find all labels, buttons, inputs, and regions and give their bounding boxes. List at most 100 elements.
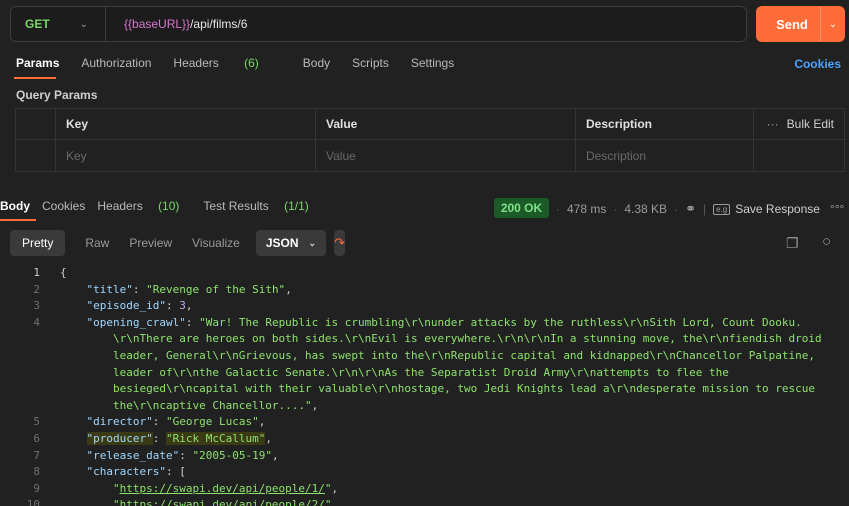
preview-tab[interactable]: Preview — [129, 236, 172, 250]
separator: · — [613, 202, 618, 216]
code-token: leader, General\r\nGrievous, has swept i… — [60, 349, 815, 362]
code-token: "characters" — [86, 465, 166, 478]
send-options-chevron-icon[interactable]: ⌄ — [821, 19, 845, 30]
code-token: , — [265, 432, 272, 445]
code-token: "release_date" — [86, 449, 180, 462]
url-link[interactable]: https://swapi.dev/api/people/2/ — [120, 498, 325, 506]
url-input[interactable]: {{baseURL}}/api/films/6 — [106, 17, 247, 31]
cookies-link[interactable]: Cookies — [794, 57, 841, 71]
separator: · — [674, 202, 679, 216]
more-icon[interactable]: ··· — [767, 117, 779, 131]
code-token: "title" — [86, 283, 133, 296]
code-token: , — [258, 415, 266, 428]
tab-body[interactable]: Body — [303, 56, 330, 70]
code-token: : — [132, 283, 147, 296]
code-line: "release_date": "2005-05-19", — [60, 448, 279, 464]
column-key: Key — [56, 109, 316, 139]
url-link[interactable]: https://swapi.dev/api/people/1/ — [120, 482, 325, 495]
code-token: , — [311, 399, 319, 412]
code-token: \r\nThere are heroes on both sides.\r\nE… — [60, 332, 822, 345]
line-number: 2 — [33, 283, 40, 296]
table-header-row: Key Value Description ··· Bulk Edit — [16, 109, 844, 140]
code-line: "https://swapi.dev/api/people/1/", — [60, 481, 338, 497]
line-number: 5 — [33, 415, 40, 428]
url-path: /api/films/6 — [190, 17, 248, 31]
code-token: " — [60, 482, 120, 495]
network-globe-icon[interactable]: ⚭ — [685, 201, 696, 217]
tab-headers-label: Headers — [173, 56, 219, 70]
response-tab-headers[interactable]: Headers (10) — [97, 199, 191, 213]
code-token: : — [165, 299, 180, 312]
method-select[interactable]: GET ⌄ — [11, 7, 106, 41]
bulk-edit-label: Bulk Edit — [786, 117, 834, 131]
column-description: Description — [576, 109, 754, 139]
url-variable: {{baseURL}} — [124, 17, 191, 31]
code-line: \r\nThere are heroes on both sides.\r\nE… — [60, 331, 822, 347]
visualize-tab[interactable]: Visualize — [192, 236, 240, 250]
code-line: "episode_id": 3, — [60, 298, 193, 314]
code-token: , — [185, 299, 193, 312]
code-token: { — [60, 266, 67, 279]
code-token: besieged\r\ncapital with their valuable\… — [60, 382, 815, 395]
search-icon[interactable]: ○ — [822, 233, 831, 250]
line-number: 6 — [33, 432, 40, 445]
tab-headers[interactable]: Headers (6) — [173, 56, 280, 70]
send-button[interactable]: Send ⌄ — [756, 6, 845, 42]
code-line: leader, General\r\nGrievous, has swept i… — [60, 348, 815, 364]
code-token: "George Lucas" — [165, 415, 259, 428]
pretty-tab[interactable]: Pretty — [10, 230, 66, 256]
separator: | — [702, 202, 707, 216]
code-token: "director" — [86, 415, 153, 428]
wrap-lines-icon[interactable]: ↷ — [334, 230, 345, 256]
format-select[interactable]: JSON ⌄ — [255, 230, 327, 256]
description-input[interactable]: Description — [576, 140, 754, 171]
code-line: "https://swapi.dev/api/people/2/", — [60, 497, 338, 506]
save-response-button[interactable]: Save Response — [735, 202, 820, 216]
code-line: the\r\ncaptive Chancellor....", — [60, 398, 318, 414]
line-number: 3 — [33, 299, 40, 312]
response-meta: · 478 ms · 4.38 KB · ⚭ | e.g Save Respon… — [556, 201, 844, 217]
response-tab-headers-label: Headers — [97, 199, 143, 213]
row-checkbox[interactable] — [16, 140, 56, 171]
value-input[interactable]: Value — [316, 140, 576, 171]
row-actions — [754, 140, 844, 171]
response-size[interactable]: 4.38 KB — [624, 202, 667, 216]
response-tab-cookies[interactable]: Cookies — [42, 199, 85, 213]
response-tab-body[interactable]: Body — [0, 199, 30, 213]
line-number: 7 — [33, 449, 40, 462]
copy-icon[interactable]: ❐ — [786, 235, 799, 252]
response-time[interactable]: 478 ms — [567, 202, 606, 216]
separator: · — [556, 202, 560, 216]
status-badge[interactable]: 200 OK — [494, 198, 549, 218]
line-number: 10 — [26, 498, 40, 506]
raw-tab[interactable]: Raw — [85, 236, 109, 250]
response-headers-count: (10) — [158, 199, 180, 213]
more-options-icon[interactable]: °°° — [830, 202, 844, 216]
query-params-title: Query Params — [16, 88, 98, 102]
code-token: " — [324, 498, 332, 506]
tab-settings[interactable]: Settings — [411, 56, 454, 70]
response-tabs: Body Cookies Headers (10) Test Results (… — [0, 199, 333, 213]
code-token: : — [179, 449, 193, 462]
request-tabs: Params Authorization Headers (6) Body Sc… — [16, 56, 476, 70]
response-active-tab-indicator — [0, 219, 36, 221]
code-line: "director": "George Lucas", — [60, 414, 266, 430]
tab-params[interactable]: Params — [16, 56, 59, 70]
code-token: leader of\r\nthe Galactic Senate.\r\n\r\… — [60, 366, 729, 379]
tab-scripts[interactable]: Scripts — [352, 56, 389, 70]
code-token: : [ — [165, 465, 186, 478]
line-number: 8 — [33, 465, 40, 478]
active-tab-indicator — [14, 77, 56, 79]
query-params-table: Key Value Description ··· Bulk Edit Key V… — [15, 108, 845, 172]
response-tab-test-results[interactable]: Test Results (1/1) — [203, 199, 320, 213]
bulk-edit-button[interactable]: ··· Bulk Edit — [754, 109, 844, 139]
table-row: Key Value Description — [16, 140, 844, 171]
code-line: "opening_crawl": "War! The Republic is c… — [60, 315, 802, 331]
code-token: " — [60, 498, 120, 506]
code-line: besieged\r\ncapital with their valuable\… — [60, 381, 815, 397]
key-input[interactable]: Key — [56, 140, 316, 171]
tab-authorization[interactable]: Authorization — [81, 56, 151, 70]
